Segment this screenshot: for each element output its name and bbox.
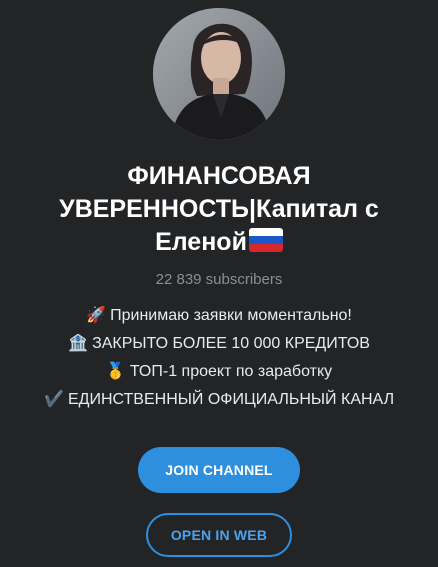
ru-flag-icon — [248, 228, 283, 252]
description-text: Принимаю заявки моментально! — [110, 307, 352, 324]
channel-title-text: ФИНАНСОВАЯ УВЕРЕННОСТЬ|Капитал с Еленой — [59, 162, 379, 256]
description-line: 🚀 Принимаю заявки моментально! — [44, 302, 394, 330]
bank-icon: 🏦 — [68, 335, 88, 352]
avatar-photo — [153, 8, 285, 140]
description-line: ✔️ ЕДИНСТВЕННЫЙ ОФИЦИАЛЬНЫЙ КАНАЛ — [44, 386, 394, 414]
gold-medal-icon: 🥇 — [105, 363, 126, 380]
channel-description: 🚀 Принимаю заявки моментально! 🏦 ЗАКРЫТО Б… — [44, 302, 394, 414]
rocket-icon: 🚀 — [86, 307, 107, 324]
channel-title: ФИНАНСОВАЯ УВЕРЕННОСТЬ|Капитал с Еленой — [29, 160, 409, 259]
description-text: ЕДИНСТВЕННЫЙ ОФИЦИАЛЬНЫЙ КАНАЛ — [67, 391, 395, 408]
channel-preview: ФИНАНСОВАЯ УВЕРЕННОСТЬ|Капитал с Еленой … — [0, 0, 438, 567]
check-mark-icon: ✔️ — [43, 391, 64, 408]
description-text: ТОП-1 проект по заработку — [129, 363, 333, 380]
description-line: 🥇 ТОП-1 проект по заработку — [44, 358, 394, 386]
join-channel-button[interactable]: JOIN CHANNEL — [138, 447, 300, 493]
channel-avatar — [153, 8, 285, 140]
subscriber-count: 22 839 subscribers — [155, 271, 283, 288]
open-in-web-button[interactable]: OPEN IN WEB — [146, 513, 292, 557]
description-text: ЗАКРЫТО БОЛЕЕ 10 000 КРЕДИТОВ — [92, 335, 370, 352]
description-line: 🏦 ЗАКРЫТО БОЛЕЕ 10 000 КРЕДИТОВ — [44, 330, 394, 358]
